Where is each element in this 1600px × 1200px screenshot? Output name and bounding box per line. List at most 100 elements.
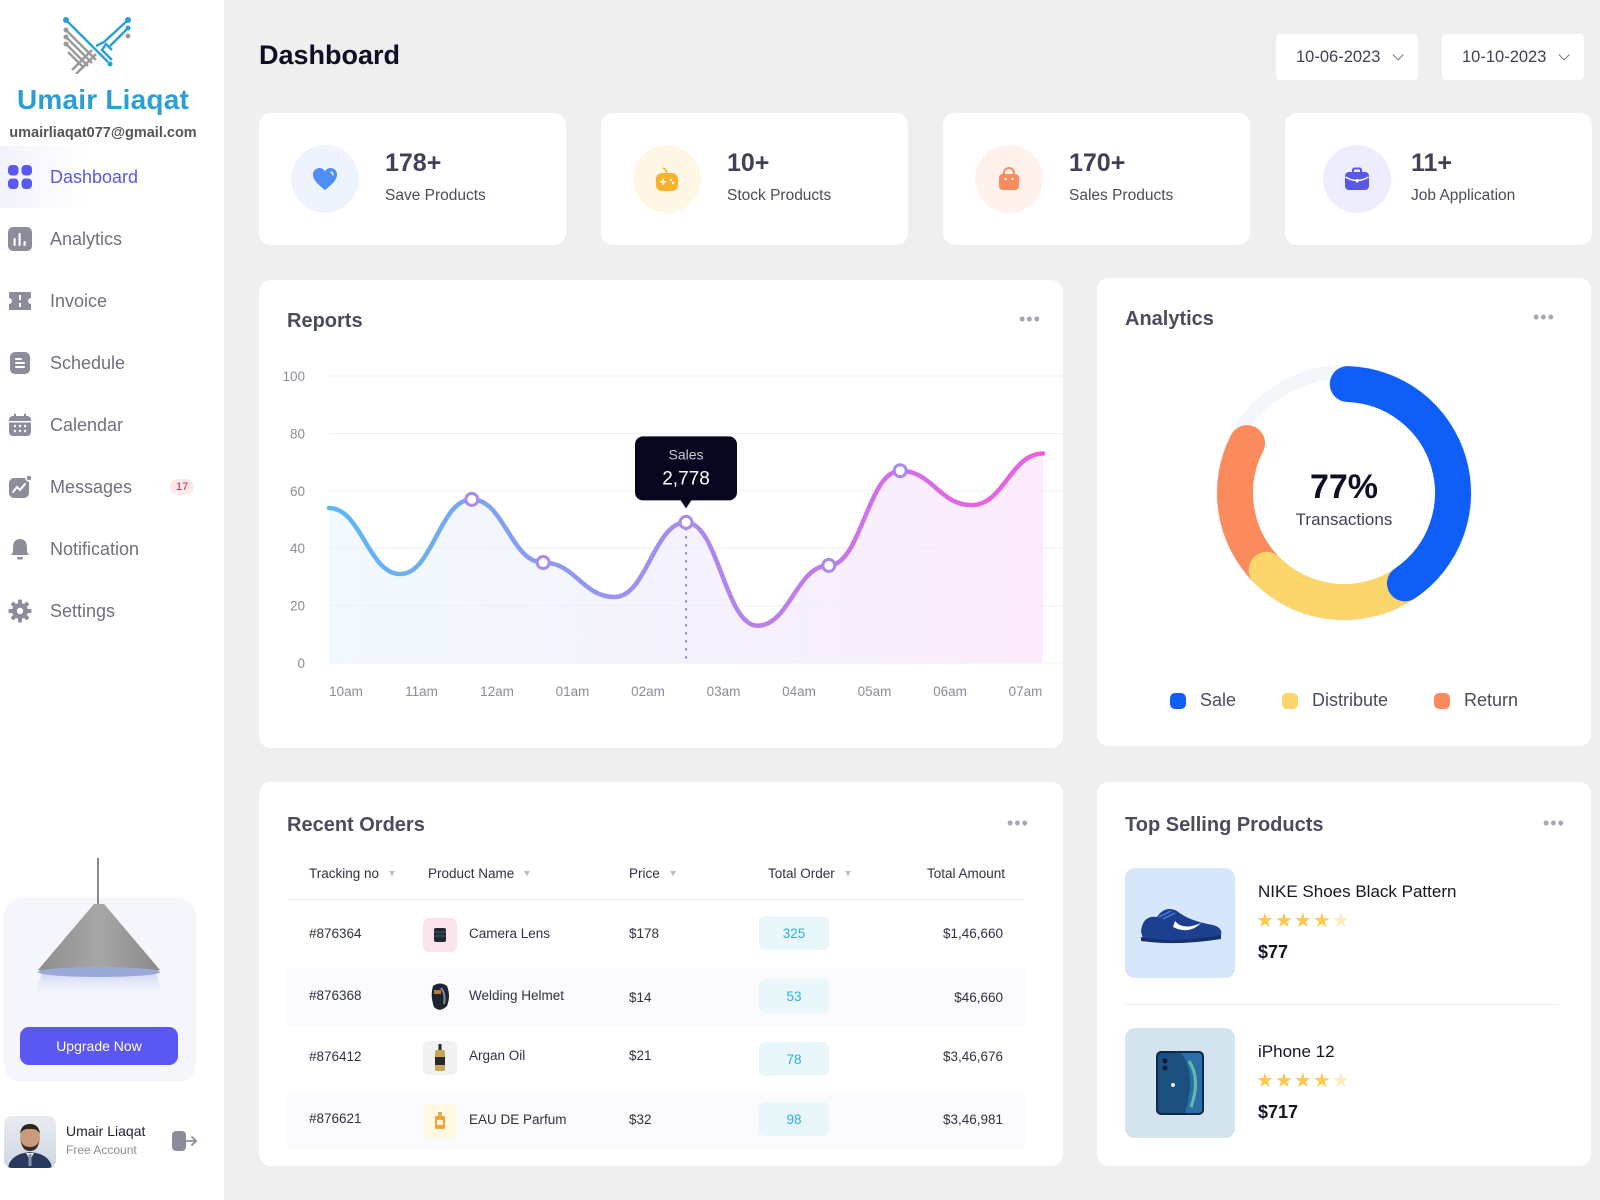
total-amount: $46,660 xyxy=(954,990,1003,1005)
stat-value: 178+ xyxy=(385,149,442,177)
sort-caret-icon xyxy=(524,871,531,876)
perfume-image xyxy=(423,1104,457,1138)
sidebar-item-label: Calendar xyxy=(50,414,124,435)
y-tick-label: 100 xyxy=(282,369,305,384)
table-row[interactable]: #876412 Argan Oil $21 78 $3,46,676 xyxy=(287,1030,1025,1088)
sidebar-item-schedule[interactable]: Schedule xyxy=(0,332,224,394)
star-filled-icon: ★ xyxy=(1312,910,1331,932)
sidebar-item-label: Messages xyxy=(50,476,133,497)
product-name: Camera Lens xyxy=(469,926,551,941)
messages-count-badge: 17 xyxy=(170,479,195,495)
donut-center-label: Transactions xyxy=(1295,510,1393,529)
legend-item-distribute[interactable]: Distribute xyxy=(1281,690,1388,711)
total-amount: $3,46,981 xyxy=(942,1112,1003,1127)
stat-card-job-application: 11+ Job Application xyxy=(1285,113,1592,245)
date-to-select[interactable]: 10-10-2023 xyxy=(1442,34,1585,80)
x-tick-label: 06am xyxy=(933,684,967,699)
stat-icon-circle xyxy=(975,145,1043,213)
stat-icon-circle xyxy=(1323,145,1391,213)
y-tick-label: 0 xyxy=(297,656,305,671)
product-item[interactable]: iPhone 12 ★ ★ ★ ★ ★ $717 xyxy=(1125,1028,1565,1138)
sneaker-image xyxy=(1125,868,1235,978)
star-empty-icon: ★ xyxy=(1331,1070,1350,1092)
tracking-number: #876621 xyxy=(309,1111,362,1126)
stat-value: 10+ xyxy=(727,149,770,177)
column-label: Price xyxy=(629,866,660,881)
x-tick-label: 03am xyxy=(707,684,741,699)
date-from-select[interactable]: 10-06-2023 xyxy=(1276,34,1419,80)
column-label: Total Amount xyxy=(927,866,1006,881)
sidebar-nav: Dashboard Analytics Invoice Schedule Cal… xyxy=(0,146,224,642)
chart-data-point[interactable] xyxy=(535,555,551,571)
price: $32 xyxy=(629,1112,652,1127)
total-order-badge: 53 xyxy=(759,979,829,1013)
bar-chart-icon xyxy=(8,227,32,251)
total-amount: $3,46,676 xyxy=(942,1049,1003,1064)
column-label: Tracking no xyxy=(309,866,380,881)
sort-caret-icon xyxy=(669,871,676,876)
chart-data-point[interactable] xyxy=(821,557,837,573)
sidebar-item-analytics[interactable]: Analytics xyxy=(0,208,224,270)
product-name: Welding Helmet xyxy=(469,988,565,1003)
column-header-product[interactable]: Product Name xyxy=(428,866,531,881)
tracking-number: #876412 xyxy=(309,1049,362,1064)
donut-slice-distribute[interactable] xyxy=(1248,551,1423,620)
document-icon xyxy=(8,351,32,375)
upgrade-now-button[interactable]: Upgrade Now xyxy=(20,1027,178,1065)
column-header-tracking[interactable]: Tracking no xyxy=(309,866,396,881)
sidebar-item-label: Invoice xyxy=(50,290,108,311)
sidebar-item-dashboard[interactable]: Dashboard xyxy=(0,146,224,208)
legend-item-sale[interactable]: Sale xyxy=(1169,690,1236,711)
welding-helmet-image xyxy=(423,980,457,1014)
star-filled-icon: ★ xyxy=(1312,1070,1331,1092)
logout-icon[interactable] xyxy=(172,1130,198,1152)
y-tick-label: 20 xyxy=(290,599,305,614)
sidebar-item-messages[interactable]: Messages 17 xyxy=(0,456,224,518)
total-order-badge: 325 xyxy=(759,916,829,950)
phone-image xyxy=(1125,1028,1235,1138)
avatar[interactable] xyxy=(4,1116,56,1168)
divider xyxy=(1125,1004,1559,1005)
sidebar-item-notification[interactable]: Notification xyxy=(0,518,224,580)
tracking-number: #876368 xyxy=(309,988,362,1003)
orders-more-menu-icon[interactable]: ••• xyxy=(1007,814,1029,832)
table-row[interactable]: #876621 EAU DE Parfum $32 98 $3,46,981 xyxy=(287,1092,1025,1150)
product-name: Argan Oil xyxy=(469,1048,526,1063)
column-header-price[interactable]: Price xyxy=(629,866,676,881)
price: $14 xyxy=(629,990,652,1005)
star-filled-icon: ★ xyxy=(1293,910,1312,932)
column-header-total-order[interactable]: Total Order xyxy=(768,866,851,881)
orders-table-header: Tracking no Product Name Price Total Ord… xyxy=(287,858,1025,900)
chevron-down-icon xyxy=(1392,49,1405,61)
x-tick-label: 12am xyxy=(480,684,514,699)
user-profile: Umair Liaqat Free Account xyxy=(0,1114,224,1170)
stat-card-stock-products: 10+ Stock Products xyxy=(601,113,908,245)
table-row[interactable]: #876364 Camera Lens $178 325 $1,46,660 xyxy=(287,908,1025,960)
sidebar: Umair Liaqat umairliaqat077@gmail.com Da… xyxy=(0,0,224,1200)
chart-data-point[interactable] xyxy=(678,514,694,530)
heart-icon xyxy=(313,168,337,190)
sidebar-item-label: Dashboard xyxy=(50,166,139,187)
x-tick-label: 05am xyxy=(858,684,892,699)
product-name: NIKE Shoes Black Pattern xyxy=(1258,882,1457,901)
chart-data-point[interactable] xyxy=(464,491,480,507)
sidebar-item-settings[interactable]: Settings xyxy=(0,580,224,642)
product-name: EAU DE Parfum xyxy=(469,1112,567,1127)
x-tick-label: 04am xyxy=(782,684,816,699)
legend-item-return[interactable]: Return xyxy=(1434,690,1518,711)
top-selling-more-menu-icon[interactable]: ••• xyxy=(1543,814,1565,832)
chevron-down-icon xyxy=(1558,49,1571,61)
brand-logo: Umair Liaqat umairliaqat077@gmail.com xyxy=(0,12,210,142)
product-price: $77 xyxy=(1258,942,1289,962)
chart-tooltip: Sales 2,778 xyxy=(635,436,737,509)
star-filled-icon: ★ xyxy=(1274,910,1293,932)
table-row[interactable]: #876368 Welding Helmet $14 53 $46,660 xyxy=(287,968,1025,1026)
sidebar-item-calendar[interactable]: Calendar xyxy=(0,394,224,456)
column-header-total-amount[interactable]: Total Amount xyxy=(927,866,1005,881)
x-tick-label: 02am xyxy=(631,684,665,699)
product-item[interactable]: NIKE Shoes Black Pattern ★ ★ ★ ★ ★ $77 xyxy=(1125,868,1565,978)
chart-data-point[interactable] xyxy=(892,463,908,479)
sidebar-item-invoice[interactable]: Invoice xyxy=(0,270,224,332)
shopping-bag-icon xyxy=(999,167,1019,190)
legend-swatch xyxy=(1434,692,1451,709)
